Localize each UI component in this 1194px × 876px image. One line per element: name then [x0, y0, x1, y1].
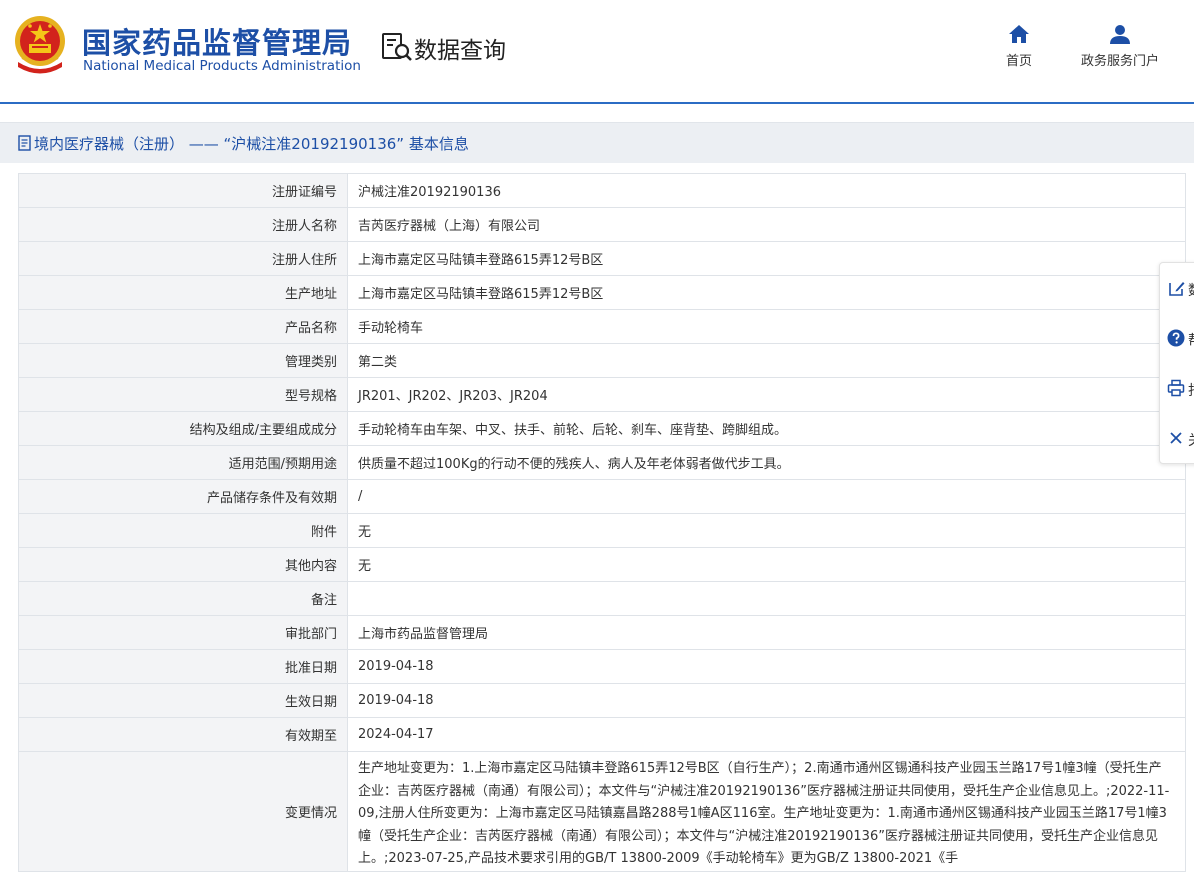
print-label: 打: [1188, 380, 1194, 400]
row-value: 生产地址变更为：1.上海市嘉定区马陆镇丰登路615弄12号B区（自行生产）；2.…: [347, 751, 1186, 872]
table-row: 其他内容无: [18, 547, 1186, 582]
row-value: 2019-04-18: [347, 649, 1186, 684]
brand-title-en: National Medical Products Administration: [83, 58, 361, 74]
row-value: 第二类: [347, 343, 1186, 378]
row-value: 吉芮医疗器械（上海）有限公司: [347, 207, 1186, 242]
data-query-icon: [382, 33, 412, 61]
table-row: 审批部门 上海市药品监督管理局: [18, 615, 1186, 650]
record-title-bar: 境内医疗器械（注册） —— “沪械注准20192190136” 基本信息: [0, 122, 1194, 163]
row-value: 2024-04-17: [347, 717, 1186, 752]
row-label: 管理类别: [18, 343, 348, 378]
row-label: 有效期至: [18, 717, 348, 752]
row-label: 注册人住所: [18, 241, 348, 276]
table-row: 附件无: [18, 513, 1186, 548]
row-label: 产品名称: [18, 309, 348, 344]
row-label: 附件: [18, 513, 348, 548]
row-value: 供质量不超过100Kg的行动不便的残疾人、病人及年老体弱者做代步工具。: [347, 445, 1186, 480]
row-value: 2019-04-18: [347, 683, 1186, 718]
row-value: 沪械注准20192190136: [347, 173, 1186, 208]
document-icon: [18, 135, 31, 151]
data-query-title: 数据查询: [414, 38, 506, 64]
row-label: 备注: [18, 581, 348, 616]
row-label: 变更情况: [18, 751, 348, 872]
close-label: 关: [1188, 430, 1194, 450]
help-label: 帮: [1188, 330, 1194, 350]
edit-icon: [1169, 282, 1185, 296]
table-row: 注册人住所 上海市嘉定区马陆镇丰登路615弄12号B区: [18, 241, 1186, 276]
print-button[interactable]: 打: [1160, 368, 1194, 408]
site-header: 国家药品监督管理局 National Medical Products Admi…: [0, 0, 1194, 104]
table-row: 生效日期 2019-04-18: [18, 683, 1186, 718]
row-label: 结构及组成/主要组成成分: [18, 411, 348, 446]
brand-title-cn: 国家药品监督管理局: [82, 26, 353, 60]
row-value: JR201、JR202、JR203、JR204: [347, 377, 1186, 412]
row-label: 适用范围/预期用途: [18, 445, 348, 480]
detail-table: 注册证编号 沪械注准20192190136 注册人名称 吉芮医疗器械（上海）有限公司…: [18, 173, 1186, 872]
row-label: 注册证编号: [18, 173, 348, 208]
row-value: 手动轮椅车由车架、中叉、扶手、前轮、后轮、刹车、座背垫、跨脚组成。: [347, 411, 1186, 446]
row-label: 产品储存条件及有效期: [18, 479, 348, 514]
row-label: 生效日期: [18, 683, 348, 718]
table-row: 适用范围/预期用途 供质量不超过100Kg的行动不便的残疾人、病人及年老体弱者做代…: [18, 445, 1186, 480]
help-button[interactable]: 帮: [1160, 318, 1194, 358]
close-icon: [1170, 432, 1182, 444]
row-value: /: [347, 479, 1186, 514]
row-value: 上海市嘉定区马陆镇丰登路615弄12号B区: [347, 275, 1186, 310]
help-icon: [1167, 329, 1185, 347]
row-label: 型号规格: [18, 377, 348, 412]
table-row: 产品储存条件及有效期 /: [18, 479, 1186, 514]
nav-portal-label: 政务服务门户: [1080, 54, 1159, 69]
national-emblem-icon: [15, 16, 65, 74]
table-row: 型号规格 JR201、JR202、JR203、JR204: [18, 377, 1186, 412]
table-row: 结构及组成/主要组成成分 手动轮椅车由车架、中叉、扶手、前轮、后轮、刹车、座背垫、…: [18, 411, 1186, 446]
user-icon: [1110, 25, 1130, 44]
row-label: 注册人名称: [18, 207, 348, 242]
row-label: 审批部门: [18, 615, 348, 650]
floating-toolbar: 数 帮 打 关: [1159, 262, 1194, 464]
nav-home[interactable]: 首页: [1000, 24, 1038, 69]
header-divider: [0, 102, 1194, 104]
nav-service-portal[interactable]: 政务服务门户: [1074, 24, 1166, 69]
row-value: 手动轮椅车: [347, 309, 1186, 344]
table-row: 管理类别 第二类: [18, 343, 1186, 378]
home-icon: [1009, 25, 1029, 43]
table-row: 备注: [18, 581, 1186, 616]
record-title: 境内医疗器械（注册） —— “沪械注准20192190136” 基本信息: [34, 135, 469, 153]
table-row: 注册人名称 吉芮医疗器械（上海）有限公司: [18, 207, 1186, 242]
feedback-label: 数: [1188, 280, 1194, 300]
table-row: 有效期至 2024-04-17: [18, 717, 1186, 752]
nav-home-label: 首页: [1005, 54, 1032, 69]
row-label: 其他内容: [18, 547, 348, 582]
row-value: [347, 581, 1186, 616]
row-value: 无: [347, 547, 1186, 582]
row-value: 上海市嘉定区马陆镇丰登路615弄12号B区: [347, 241, 1186, 276]
print-icon: [1167, 379, 1185, 397]
table-row: 注册证编号 沪械注准20192190136: [18, 173, 1186, 208]
row-value: 上海市药品监督管理局: [347, 615, 1186, 650]
table-row: 生产地址 上海市嘉定区马陆镇丰登路615弄12号B区: [18, 275, 1186, 310]
feedback-button[interactable]: 数: [1160, 268, 1194, 308]
table-row: 变更情况 生产地址变更为：1.上海市嘉定区马陆镇丰登路615弄12号B区（自行生产…: [18, 751, 1186, 872]
table-row: 产品名称 手动轮椅车: [18, 309, 1186, 344]
row-value: 无: [347, 513, 1186, 548]
row-label: 批准日期: [18, 649, 348, 684]
row-label: 生产地址: [18, 275, 348, 310]
close-button[interactable]: 关: [1160, 418, 1194, 458]
table-row: 批准日期 2019-04-18: [18, 649, 1186, 684]
